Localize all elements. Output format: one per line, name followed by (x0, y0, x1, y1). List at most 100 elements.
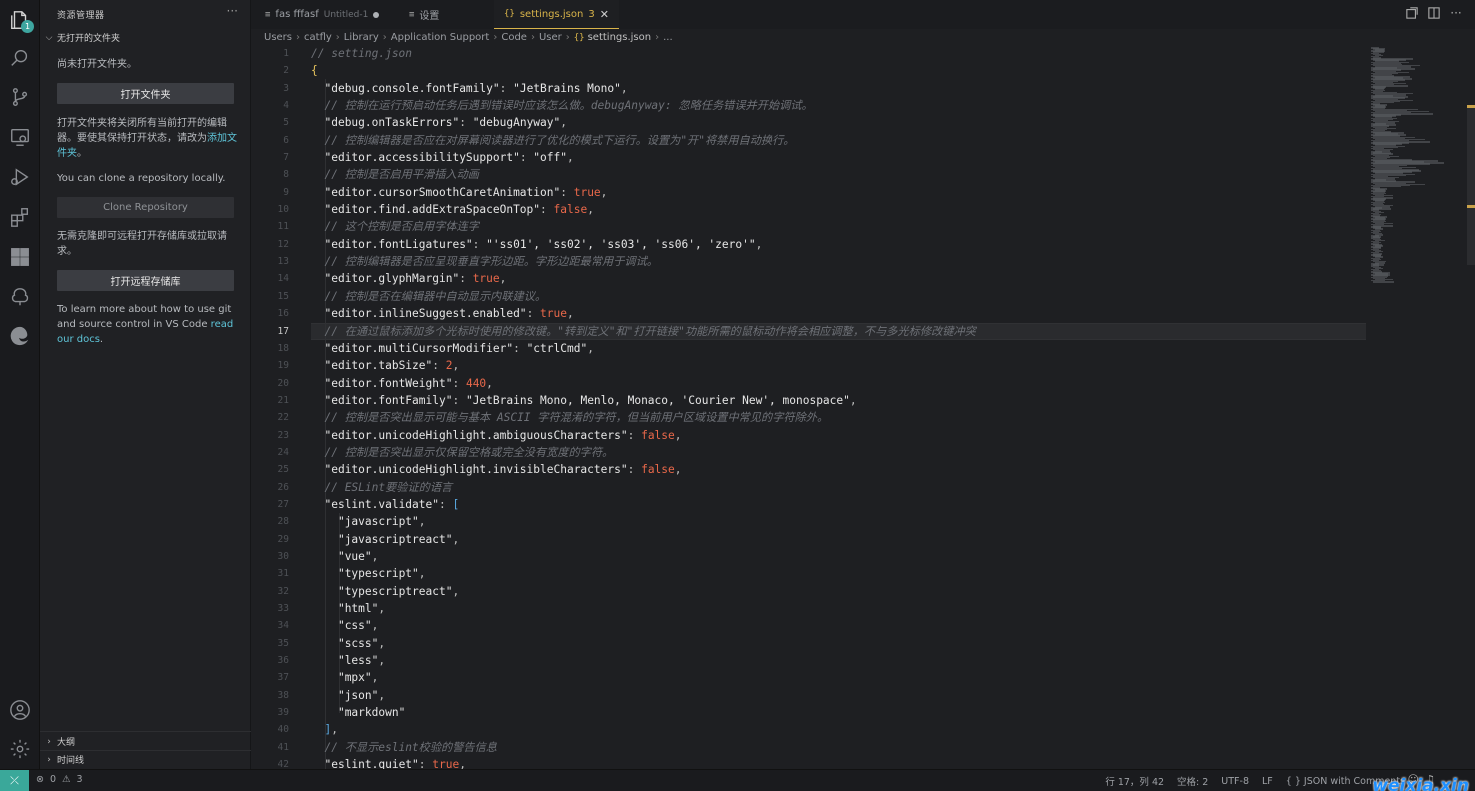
run-debug-icon[interactable] (8, 165, 32, 189)
grid-icon[interactable] (8, 245, 32, 269)
indentation[interactable]: 空格: 2 (1177, 774, 1208, 788)
code-line[interactable]: "json", (311, 687, 1361, 704)
minimap-slider[interactable] (1467, 105, 1475, 265)
split-editor-icon[interactable] (1427, 6, 1441, 20)
breadcrumb-item[interactable]: Code (501, 32, 527, 43)
code-line[interactable]: "debug.console.fontFamily": "JetBrains M… (311, 80, 1361, 97)
code-content[interactable]: // setting.json { "debug.console.fontFami… (311, 45, 1361, 769)
code-token: "ctrlCmd" (526, 341, 588, 355)
code-token: { (311, 64, 318, 78)
code-line[interactable]: // 控制是否突出显示仅保留空格或完全没有宽度的字符。 (311, 444, 1361, 461)
open-remote-repo-button[interactable]: 打开远程存储库 (57, 270, 234, 291)
code-line[interactable]: // 控制是否突出显示可能与基本 ASCII 字符混淆的字符，但当前用户区域设置… (311, 409, 1361, 426)
code-line[interactable]: // 不显示eslint校验的警告信息 (311, 739, 1361, 756)
no-folder-text: 尚未打开文件夹。 (57, 59, 137, 70)
tab-settings[interactable]: ≡ 设置 (399, 0, 449, 29)
sidebar-more-icon[interactable]: ··· (227, 4, 238, 18)
breadcrumb-item[interactable]: User (539, 32, 562, 43)
tree-icon[interactable] (8, 285, 32, 309)
code-token: "markdown" (337, 706, 406, 720)
code-line[interactable]: "javascriptreact", (311, 531, 1361, 548)
code-editor[interactable]: 1 2 3 4 5 6 7 8 9 10 11 12 13 14 15 16 17 18 19 20 21 22 23 24 2… (251, 45, 1367, 769)
end-of-line[interactable]: LF (1262, 776, 1273, 787)
section-no-folder[interactable]: ⌵ 无打开的文件夹 (44, 31, 120, 45)
code-line[interactable]: "debug.onTaskErrors": "debugAnyway", (311, 114, 1361, 131)
line-number: 23 (277, 429, 289, 441)
code-line[interactable]: // 在通过鼠标添加多个光标时使用的修改键。"转到定义"和"打开链接"功能所需的… (311, 323, 1361, 340)
code-line[interactable]: // ESLint要验证的语言 (311, 479, 1361, 496)
code-line[interactable]: "css", (311, 617, 1361, 634)
code-line[interactable]: "eslint.validate": [ (311, 496, 1361, 513)
open-preview-icon[interactable] (1405, 6, 1419, 20)
dirty-dot-icon[interactable] (373, 11, 380, 18)
code-line[interactable]: // 控制在运行预启动任务后遇到错误时应该怎么做。debugAnyway: 忽略… (311, 97, 1361, 114)
code-line[interactable]: // 控制是否启用平滑插入动画 (311, 166, 1361, 183)
code-line[interactable]: // 这个控制是否启用字体连字 (311, 218, 1361, 235)
code-line[interactable]: "editor.fontFamily": "JetBrains Mono, Me… (311, 392, 1361, 409)
code-line[interactable]: "editor.cursorSmoothCaretAnimation": tru… (311, 184, 1361, 201)
breadcrumb-file[interactable]: {} settings.json (574, 32, 651, 43)
close-icon[interactable]: ✕ (600, 8, 609, 21)
open-folder-button[interactable]: 打开文件夹 (57, 83, 234, 104)
breadcrumb-item[interactable]: Library (344, 32, 379, 43)
clone-repository-button[interactable]: Clone Repository (57, 197, 234, 218)
code-line[interactable]: "editor.fontLigatures": "'ss01', 'ss02',… (311, 236, 1361, 253)
code-line[interactable]: "mpx", (311, 669, 1361, 686)
breadcrumb-item[interactable]: catfly (304, 32, 332, 43)
code-token: "scss" (337, 636, 379, 650)
code-line[interactable]: "typescript", (311, 565, 1361, 582)
line-number: 14 (277, 273, 289, 285)
code-line[interactable]: ], (311, 721, 1361, 738)
code-line[interactable]: "javascript", (311, 513, 1361, 530)
problems-indicator[interactable]: ⊗ 0 ⚠ 3 (36, 774, 83, 785)
code-line[interactable]: { (311, 62, 1361, 79)
code-line[interactable]: "editor.glyphMargin": true, (311, 270, 1361, 287)
code-token: "JetBrains Mono" (513, 81, 621, 95)
breadcrumb-item[interactable]: Application Support (391, 32, 490, 43)
code-line[interactable]: "editor.find.addExtraSpaceOnTop": false, (311, 201, 1361, 218)
line-number: 34 (277, 620, 289, 632)
edge-icon[interactable] (8, 324, 32, 348)
code-line[interactable]: "editor.inlineSuggest.enabled": true, (311, 305, 1361, 322)
code-line[interactable]: // 控制编辑器是否应在对屏幕阅读器进行了优化的模式下运行。设置为"开"将禁用自… (311, 132, 1361, 149)
code-line[interactable]: "markdown" (311, 704, 1361, 721)
code-line[interactable]: "vue", (311, 548, 1361, 565)
account-icon[interactable] (8, 698, 32, 722)
code-line[interactable]: // 控制编辑器是否应呈现垂直字形边距。字形边距最常用于调试。 (311, 253, 1361, 270)
minimap[interactable] (1367, 45, 1475, 769)
breadcrumb-tail[interactable]: ... (663, 32, 673, 43)
code-line[interactable]: "editor.unicodeHighlight.invisibleCharac… (311, 461, 1361, 478)
code-line[interactable]: "scss", (311, 635, 1361, 652)
code-line[interactable]: "eslint.quiet": true, (311, 756, 1361, 769)
code-token: , (452, 359, 460, 373)
tab-untitled[interactable]: ≡ fas fffasf Untitled-1 (255, 0, 389, 29)
outline-section[interactable]: › 大纲 (44, 735, 75, 749)
cursor-position[interactable]: 行 17，列 42 (1105, 774, 1164, 788)
extensions-icon[interactable] (8, 205, 32, 229)
remote-explorer-icon[interactable] (8, 125, 32, 149)
code-line[interactable]: "html", (311, 600, 1361, 617)
code-line[interactable]: "editor.unicodeHighlight.ambiguousCharac… (311, 427, 1361, 444)
code-token: , (452, 584, 460, 598)
breadcrumb-item[interactable]: Users (264, 32, 292, 43)
remote-indicator-icon[interactable]: ⤫ (0, 770, 29, 791)
code-line[interactable]: "typescriptreact", (311, 583, 1361, 600)
code-line[interactable]: "editor.accessibilitySupport": "off", (311, 149, 1361, 166)
settings-gear-icon[interactable] (8, 737, 32, 761)
tab-settings-json[interactable]: {} settings.json 3 ✕ (494, 0, 619, 29)
code-line[interactable]: // setting.json (311, 45, 1361, 62)
search-icon[interactable] (8, 46, 32, 70)
more-actions-icon[interactable]: ··· (1449, 6, 1463, 20)
encoding[interactable]: UTF-8 (1221, 776, 1249, 787)
code-line[interactable]: "editor.tabSize": 2, (311, 357, 1361, 374)
code-line[interactable]: "editor.multiCursorModifier": "ctrlCmd", (311, 340, 1361, 357)
code-line[interactable]: "editor.fontWeight": 440, (311, 375, 1361, 392)
code-line[interactable]: "less", (311, 652, 1361, 669)
timeline-section[interactable]: › 时间线 (44, 753, 84, 767)
code-line[interactable]: // 控制是否在编辑器中自动显示内联建议。 (311, 288, 1361, 305)
source-control-icon[interactable] (8, 85, 32, 109)
